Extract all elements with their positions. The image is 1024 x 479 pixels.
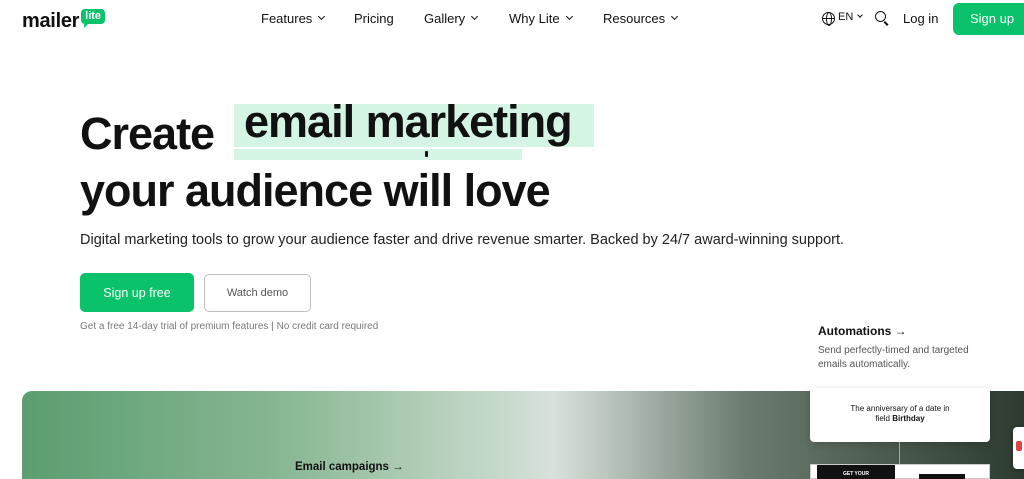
trigger-card-line1: The anniversary of a date in [850,404,950,413]
watch-demo-button[interactable]: Watch demo [204,274,311,312]
email-campaigns-link[interactable]: Email campaigns → [295,461,404,473]
chevron-down-icon [671,12,679,21]
recaptcha-badge[interactable] [1013,427,1024,469]
email-preview-header: GET YOUR [817,465,895,479]
login-link[interactable]: Log in [903,11,938,26]
menu-item-resources[interactable]: Resources [603,11,679,26]
hero-subtitle: Digital marketing tools to grow your aud… [80,232,845,248]
chevron-down-icon [471,12,479,21]
top-navigation: mailer lite Features Pricing Gallery Why… [0,0,1024,38]
menu-item-label: Resources [603,11,666,26]
globe-icon[interactable] [822,12,835,26]
trigger-card-text: The anniversary of a date in field Birth… [810,404,990,424]
chevron-down-icon [857,12,864,18]
chevron-down-icon [565,12,573,21]
trial-note: Get a free 14-day trial of premium featu… [80,321,379,332]
title-highlight-background-secondary [234,149,522,160]
workflow-connector [899,442,900,466]
rotating-word-fragment [425,151,428,157]
automation-trigger-card: The anniversary of a date in field Birth… [810,388,990,442]
trigger-card-field-prefix: field [875,414,890,423]
email-preview-card: GET YOUR [810,464,990,479]
menu-item-label: Gallery [424,11,466,26]
signup-button[interactable]: Sign up [953,3,1024,35]
search-icon[interactable] [875,11,886,22]
signup-free-button[interactable]: Sign up free [80,273,194,312]
menu-item-why-lite[interactable]: Why Lite [509,11,573,26]
hero-title-line2: your audience will love [80,165,551,216]
trigger-card-field: Birthday [892,414,925,423]
automations-link[interactable]: Automations → [818,324,907,338]
mailerlite-logo[interactable]: mailer lite [22,4,106,32]
logo-wordmark: mailer [22,10,80,32]
menu-item-label: Features [261,11,313,26]
language-label: EN [838,11,854,23]
menu-item-features[interactable]: Features [261,11,326,26]
menu-item-label: Why Lite [509,11,560,26]
menu-item-label: Pricing [354,11,394,26]
hero-title-highlight: email marketing [244,96,573,147]
menu-item-gallery[interactable]: Gallery [424,11,479,26]
hero-title-prefix: Create [80,108,215,159]
chevron-down-icon [318,12,326,21]
logo-badge: lite [81,9,106,28]
language-selector[interactable]: EN [838,11,864,23]
automations-description: Send perfectly-timed and targeted emails… [818,345,969,370]
menu-item-pricing[interactable]: Pricing [354,11,394,26]
email-preview-block [919,474,965,479]
